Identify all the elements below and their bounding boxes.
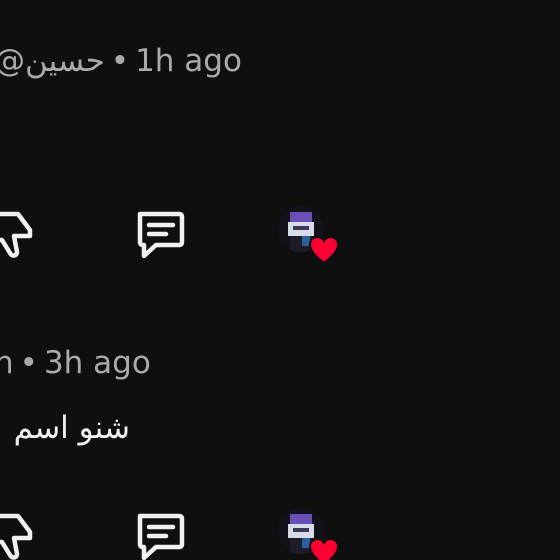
heart-icon: [308, 235, 340, 265]
thumbs-down-icon: [0, 513, 33, 560]
meta-separator: •: [110, 43, 130, 79]
comment-timestamp: 1h ago: [135, 43, 242, 79]
reply-button[interactable]: [132, 206, 188, 262]
dislike-button[interactable]: [0, 206, 38, 262]
creator-heart-badge: [278, 206, 344, 268]
dislike-button[interactable]: [0, 508, 38, 560]
comment-author[interactable]: @حسين: [0, 43, 105, 79]
reply-button[interactable]: [132, 508, 188, 560]
reply-comment-icon: [137, 513, 185, 560]
thumbs-down-icon: [0, 211, 33, 258]
comment-author[interactable]: h: [0, 345, 14, 381]
comment-text: شنو اسم: [13, 410, 130, 446]
meta-separator: •: [19, 345, 38, 381]
reply-comment-icon: [137, 211, 185, 259]
comment-timestamp: 3h ago: [43, 345, 151, 381]
comment-meta: @حسين•1h ago: [0, 38, 242, 84]
heart-icon: [308, 537, 340, 560]
comment-meta: h • 3h ago: [0, 340, 151, 386]
creator-heart-badge: [278, 508, 344, 560]
